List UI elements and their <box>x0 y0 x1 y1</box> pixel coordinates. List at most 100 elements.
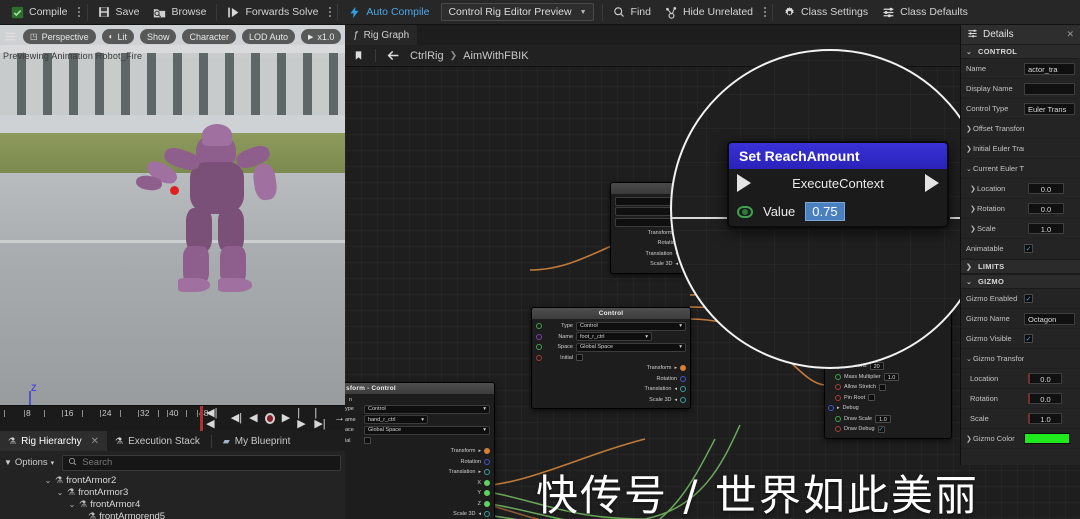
details-number-field[interactable]: 1.0 <box>1028 223 1064 234</box>
details-number-field[interactable]: 0.0 <box>1028 393 1062 404</box>
node-checkbox[interactable]: ✓ <box>877 425 885 433</box>
details-number-field[interactable]: 0.0 <box>1028 203 1064 214</box>
tab-details[interactable]: Details ✕ <box>961 25 1080 44</box>
toolbar-auto-compile-toggle[interactable]: Auto Compile <box>341 0 436 25</box>
details-number-field[interactable]: 0.0 <box>1028 183 1064 194</box>
next-frame-button[interactable]: |▶ <box>297 407 307 430</box>
hide-unrelated-options-button[interactable] <box>760 0 769 25</box>
details-text-field[interactable] <box>1024 82 1075 95</box>
details-section-header[interactable]: ⌄ CONTROL <box>961 44 1080 59</box>
viewport-menu-icon[interactable] <box>4 30 17 43</box>
tab-my-blueprint[interactable]: ▰ My Blueprint <box>215 431 299 451</box>
output-pin[interactable] <box>484 458 490 465</box>
expand-triangle-icon[interactable]: ▸ <box>837 405 840 411</box>
output-pin[interactable] <box>484 469 490 476</box>
magnified-node-set-reachamount[interactable]: Set ReachAmount ExecuteContext Value 0.7… <box>727 141 949 228</box>
exec-out-pin-icon[interactable] <box>925 174 939 192</box>
input-pin[interactable] <box>536 344 542 351</box>
preview-viewport[interactable]: ◳ Perspective ◐ Lit Show Character LOD A… <box>0 25 345 405</box>
node-checkbox[interactable] <box>879 383 887 391</box>
node-combo-name[interactable]: hand_r_ctrl ▾ <box>364 415 428 425</box>
input-pin[interactable] <box>835 426 841 433</box>
hierarchy-search-input[interactable]: Search <box>62 454 341 471</box>
play-reverse-button[interactable]: ◀ <box>249 413 257 424</box>
chevron-down-icon[interactable]: ⌄ <box>966 278 973 286</box>
input-pin[interactable] <box>536 333 542 340</box>
details-color-swatch[interactable] <box>1024 433 1070 444</box>
details-number-field[interactable]: 1.0 <box>1028 413 1062 424</box>
chevron-down-icon[interactable]: ⌄ <box>966 48 973 56</box>
node-number-field[interactable]: 1.0 <box>883 372 900 381</box>
output-pin[interactable] <box>484 511 490 518</box>
details-section-header[interactable]: ⌄ GIZMO <box>961 274 1080 289</box>
previous-frame-button[interactable]: ◀| <box>231 413 242 424</box>
details-text-field[interactable]: Euler Trans <box>1024 102 1075 115</box>
robot-character[interactable] <box>135 120 280 310</box>
node-combo-type[interactable]: Control ▾ <box>364 404 490 414</box>
node-number-field[interactable]: 1.0 <box>875 414 891 423</box>
viewport-lit-button[interactable]: ◐ Lit <box>101 29 134 44</box>
toolbar-class-defaults-button[interactable]: Class Defaults <box>875 0 975 25</box>
details-section-header[interactable]: ❯ LIMITS <box>961 259 1080 274</box>
chevron-right-icon[interactable]: ❯ <box>966 263 973 271</box>
breadcrumb-item-aimwithfbik[interactable]: AimWithFBIK <box>463 50 528 62</box>
tab-execution-stack[interactable]: ⚗ Execution Stack <box>107 431 208 451</box>
output-pin[interactable] <box>680 396 686 403</box>
output-pin[interactable] <box>680 365 686 372</box>
node-checkbox[interactable] <box>868 394 876 402</box>
node-checkbox-initial[interactable] <box>364 437 371 445</box>
list-item[interactable]: ⚗ frontArmorend5 <box>0 510 345 519</box>
node-combo-name[interactable]: foot_r_ctrl ▾ <box>576 332 652 342</box>
toolbar-save-button[interactable]: Save <box>91 0 147 25</box>
node-checkbox-initial[interactable] <box>576 354 583 362</box>
close-icon[interactable]: ✕ <box>91 436 99 447</box>
chevron-right-icon[interactable]: ❯ <box>970 185 977 193</box>
forwards-solve-options-button[interactable] <box>325 0 334 25</box>
node-combo-space[interactable]: Global Space ▾ <box>576 342 686 352</box>
details-number-field[interactable]: 0.0 <box>1028 373 1062 384</box>
chevron-down-icon[interactable]: ⌄ <box>68 500 76 509</box>
timeline-playhead[interactable] <box>200 406 203 432</box>
viewport-show-button[interactable]: Show <box>139 29 177 44</box>
chevron-down-icon[interactable]: ⌄ <box>56 488 64 497</box>
input-pin[interactable] <box>536 354 542 361</box>
list-item[interactable]: ⌄ ⚗ frontArmor4 <box>0 498 345 510</box>
compile-options-button[interactable] <box>75 0 84 25</box>
breadcrumb-item-ctrlrig[interactable]: CtrlRig <box>410 50 444 62</box>
output-pin[interactable] <box>680 375 686 382</box>
details-text-field[interactable]: actor_tra <box>1024 62 1075 75</box>
loop-button[interactable]: → <box>334 413 345 424</box>
tab-rig-graph[interactable]: ƒ Rig Graph <box>345 25 418 45</box>
value-pin-icon[interactable] <box>737 205 753 218</box>
list-item[interactable]: ⌄ ⚗ frontArmor2 <box>0 474 345 486</box>
chevron-right-icon[interactable]: ❯ <box>966 145 973 153</box>
input-pin[interactable] <box>835 373 841 380</box>
viewport-perspective-button[interactable]: ◳ Perspective <box>23 29 96 44</box>
back-button[interactable] <box>386 49 400 63</box>
chevron-down-icon[interactable]: ⌄ <box>966 165 973 173</box>
chevron-right-icon[interactable]: ❯ <box>970 205 977 213</box>
timeline-ruler[interactable]: 8 16 24 32 40 48 <box>0 406 208 432</box>
toolbar-find-button[interactable]: Find <box>606 0 658 25</box>
control-point-marker[interactable] <box>170 186 179 195</box>
output-pin[interactable] <box>484 448 490 455</box>
input-pin[interactable] <box>835 394 841 401</box>
go-to-start-button[interactable]: ◀|◀ <box>206 407 224 430</box>
details-checkbox[interactable]: ✓ <box>1024 244 1033 253</box>
input-pin[interactable] <box>828 405 834 412</box>
chevron-right-icon[interactable]: ❯ <box>966 435 973 443</box>
node-combo-type[interactable]: Control ▾ <box>576 321 686 331</box>
input-pin[interactable] <box>835 415 841 422</box>
details-checkbox[interactable]: ✓ <box>1024 294 1033 303</box>
input-pin[interactable] <box>835 384 841 391</box>
timeline-bar[interactable]: 8 16 24 32 40 48 ◀|◀ ◀| ◀ ▶ |▶ |▶| → <box>0 405 345 432</box>
node-combo-space[interactable]: Global Space ▾ <box>364 425 490 435</box>
preview-mode-dropdown[interactable]: Control Rig Editor Preview ▼ <box>441 3 594 21</box>
close-icon[interactable]: ✕ <box>1066 29 1074 40</box>
tab-rig-hierarchy[interactable]: ⚗ Rig Hierarchy ✕ <box>0 431 108 451</box>
chevron-right-icon[interactable]: ❯ <box>966 125 973 133</box>
chevron-right-icon[interactable]: ❯ <box>970 225 977 233</box>
output-pin[interactable] <box>484 500 490 507</box>
record-button[interactable] <box>264 413 275 424</box>
input-pin[interactable] <box>536 323 542 330</box>
